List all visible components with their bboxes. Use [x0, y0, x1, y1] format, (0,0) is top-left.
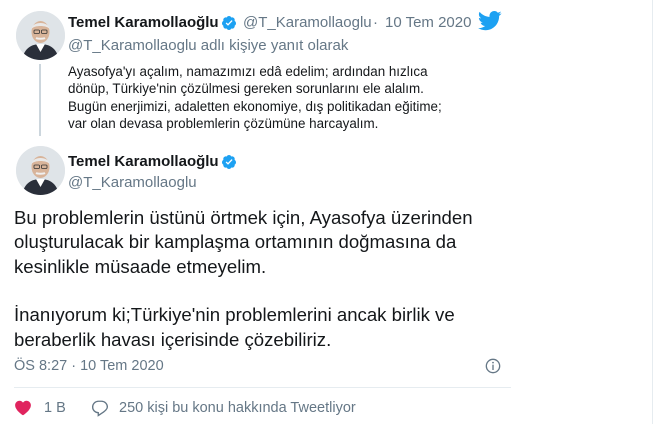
speech-bubble-icon[interactable] — [91, 399, 109, 417]
text-line: Ayasofya'yı açalım, namazımızı edâ edeli… — [68, 64, 428, 79]
verified-badge-icon — [221, 155, 236, 169]
divider — [14, 387, 511, 388]
like-count[interactable]: 1 B — [44, 400, 66, 416]
text-line: kesinlikle müsaade etmeyelim. — [14, 255, 267, 277]
author-name[interactable]: Temel Karamollaoğlu — [68, 14, 219, 31]
text-line: İnanıyorum ki;Türkiye'nin problemlerini … — [14, 304, 455, 326]
text-line: var olan devasa problemlerin çözümüne ha… — [68, 116, 379, 132]
reply-to-label[interactable]: @T_Karamollaoglu adlı kişiye yanıt olara… — [68, 37, 348, 54]
main-tweet-text: Bu problemlerin üstünü örtmek için, Ayas… — [14, 206, 494, 352]
tweet-date[interactable]: 10 Tem 2020 — [385, 14, 471, 31]
author-handle[interactable]: @T_Karamollaoglu — [243, 14, 372, 31]
tweet-card: Temel Karamollaoğlu @T_Karamollaoglu · 1… — [0, 0, 653, 424]
twitter-bird-icon[interactable] — [478, 11, 502, 31]
talking-count[interactable]: 250 kişi bu konu hakkında Tweetliyor — [119, 400, 356, 416]
text-line: Bu problemlerin üstünü örtmek için, Ayas… — [14, 207, 473, 228]
text-line: beraberlik havası içerisinde çözebiliriz… — [14, 328, 332, 350]
avatar[interactable] — [16, 11, 65, 60]
verified-badge-icon — [221, 16, 236, 30]
author-name[interactable]: Temel Karamollaoğlu — [68, 153, 219, 170]
text-line: Bugün enerjimizi, adaletten ekonomiye, d… — [68, 98, 442, 114]
avatar[interactable] — [16, 146, 65, 195]
tweet-timestamp[interactable]: ÖS 8:27 · 10 Tem 2020 — [14, 358, 164, 374]
thread-connector-line — [39, 64, 41, 136]
separator-dot: · — [373, 14, 378, 31]
text-line: dönüp, Türkiye'nin çözülmesi gereken sor… — [68, 81, 424, 97]
text-line: oluşturulacak bir kamplaşma ortamının do… — [14, 231, 457, 253]
reply-tweet-text: Ayasofya'yı açalım, namazımızı edâ edeli… — [68, 63, 488, 133]
info-icon[interactable] — [485, 358, 501, 374]
heart-icon[interactable] — [14, 399, 32, 417]
author-handle[interactable]: @T_Karamollaoglu — [68, 174, 197, 191]
